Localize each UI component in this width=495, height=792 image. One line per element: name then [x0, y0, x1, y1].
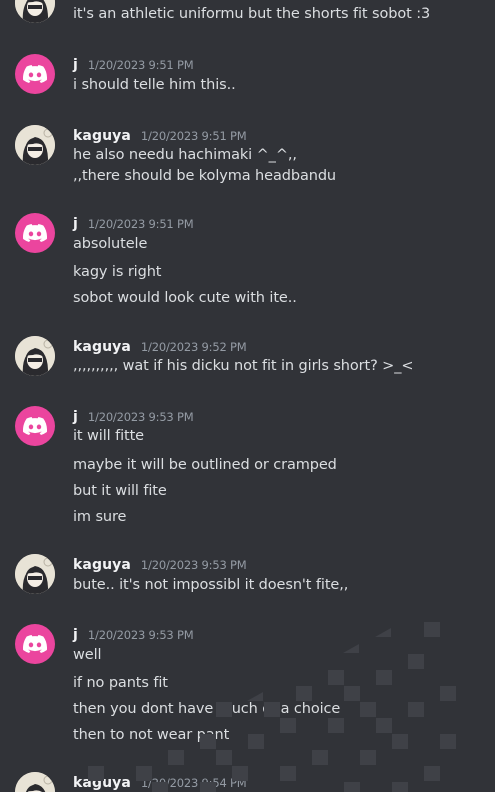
- discord-logo-icon: [23, 224, 47, 242]
- discord-logo-icon: [23, 635, 47, 653]
- message-text: then you dont have much of a choice: [73, 701, 341, 717]
- kaguya-avatar[interactable]: [15, 336, 55, 376]
- kaguya-avatar[interactable]: [15, 772, 55, 792]
- message-header: j 1/20/2023 9:53 PM: [73, 406, 194, 426]
- timestamp[interactable]: 1/20/2023 9:54 PM: [141, 776, 247, 790]
- timestamp[interactable]: 1/20/2023 9:53 PM: [88, 410, 194, 424]
- timestamp[interactable]: 1/20/2023 9:52 PM: [141, 340, 247, 354]
- author-name[interactable]: j: [73, 57, 78, 73]
- message-text: if no pants fit: [73, 675, 168, 691]
- message-text: kagy is right: [73, 264, 162, 280]
- message-header: kaguya 1/20/2023 9:52 PM: [73, 336, 247, 356]
- timestamp[interactable]: 1/20/2023 9:53 PM: [141, 558, 247, 572]
- message-text: im sure: [73, 509, 127, 525]
- kaguya-avatar[interactable]: [15, 125, 55, 165]
- discord-default-avatar[interactable]: [15, 624, 55, 664]
- message-text: it's an athletic uniformu but the shorts…: [73, 6, 431, 22]
- message-header: kaguya 1/20/2023 9:53 PM: [73, 554, 247, 574]
- chat-messages: it's an athletic uniformu but the shorts…: [0, 0, 495, 792]
- message-header: kaguya 1/20/2023 9:54 PM: [73, 772, 247, 792]
- kaguya-avatar[interactable]: [15, 554, 55, 594]
- message-text: but it will fite: [73, 483, 167, 499]
- message-header: j 1/20/2023 9:51 PM: [73, 54, 194, 74]
- message-text: then to not wear pant: [73, 727, 230, 743]
- message-text: it will fitte: [73, 428, 145, 444]
- author-name[interactable]: j: [73, 409, 78, 425]
- discord-logo-icon: [23, 417, 47, 435]
- message-text: ,,there should be kolyma headbandu: [73, 168, 337, 184]
- timestamp[interactable]: 1/20/2023 9:51 PM: [141, 129, 247, 143]
- message-text: i should telle him this..: [73, 77, 236, 93]
- message-text: maybe it will be outlined or cramped: [73, 457, 337, 473]
- message-text: bute.. it's not impossibl it doesn't fit…: [73, 577, 349, 593]
- author-name[interactable]: kaguya: [73, 339, 131, 355]
- message-text: absolutele: [73, 236, 148, 252]
- author-name[interactable]: j: [73, 627, 78, 643]
- author-name[interactable]: kaguya: [73, 557, 131, 573]
- message-header: j 1/20/2023 9:51 PM: [73, 213, 194, 233]
- timestamp[interactable]: 1/20/2023 9:51 PM: [88, 217, 194, 231]
- discord-default-avatar[interactable]: [15, 213, 55, 253]
- author-name[interactable]: kaguya: [73, 775, 131, 791]
- message-text: ,,,,,,,,,, wat if his dicku not fit in g…: [73, 358, 414, 374]
- discord-default-avatar[interactable]: [15, 406, 55, 446]
- kaguya-avatar[interactable]: [15, 0, 55, 23]
- discord-default-avatar[interactable]: [15, 54, 55, 94]
- author-name[interactable]: kaguya: [73, 128, 131, 144]
- message-text: well: [73, 647, 102, 663]
- message-header: j 1/20/2023 9:53 PM: [73, 624, 194, 644]
- message-header: kaguya 1/20/2023 9:51 PM: [73, 125, 247, 145]
- discord-logo-icon: [23, 65, 47, 83]
- timestamp[interactable]: 1/20/2023 9:53 PM: [88, 628, 194, 642]
- message-text: he also needu hachimaki ^_^,,: [73, 147, 297, 163]
- author-name[interactable]: j: [73, 216, 78, 232]
- timestamp[interactable]: 1/20/2023 9:51 PM: [88, 58, 194, 72]
- message-text: sobot would look cute with ite..: [73, 290, 297, 306]
